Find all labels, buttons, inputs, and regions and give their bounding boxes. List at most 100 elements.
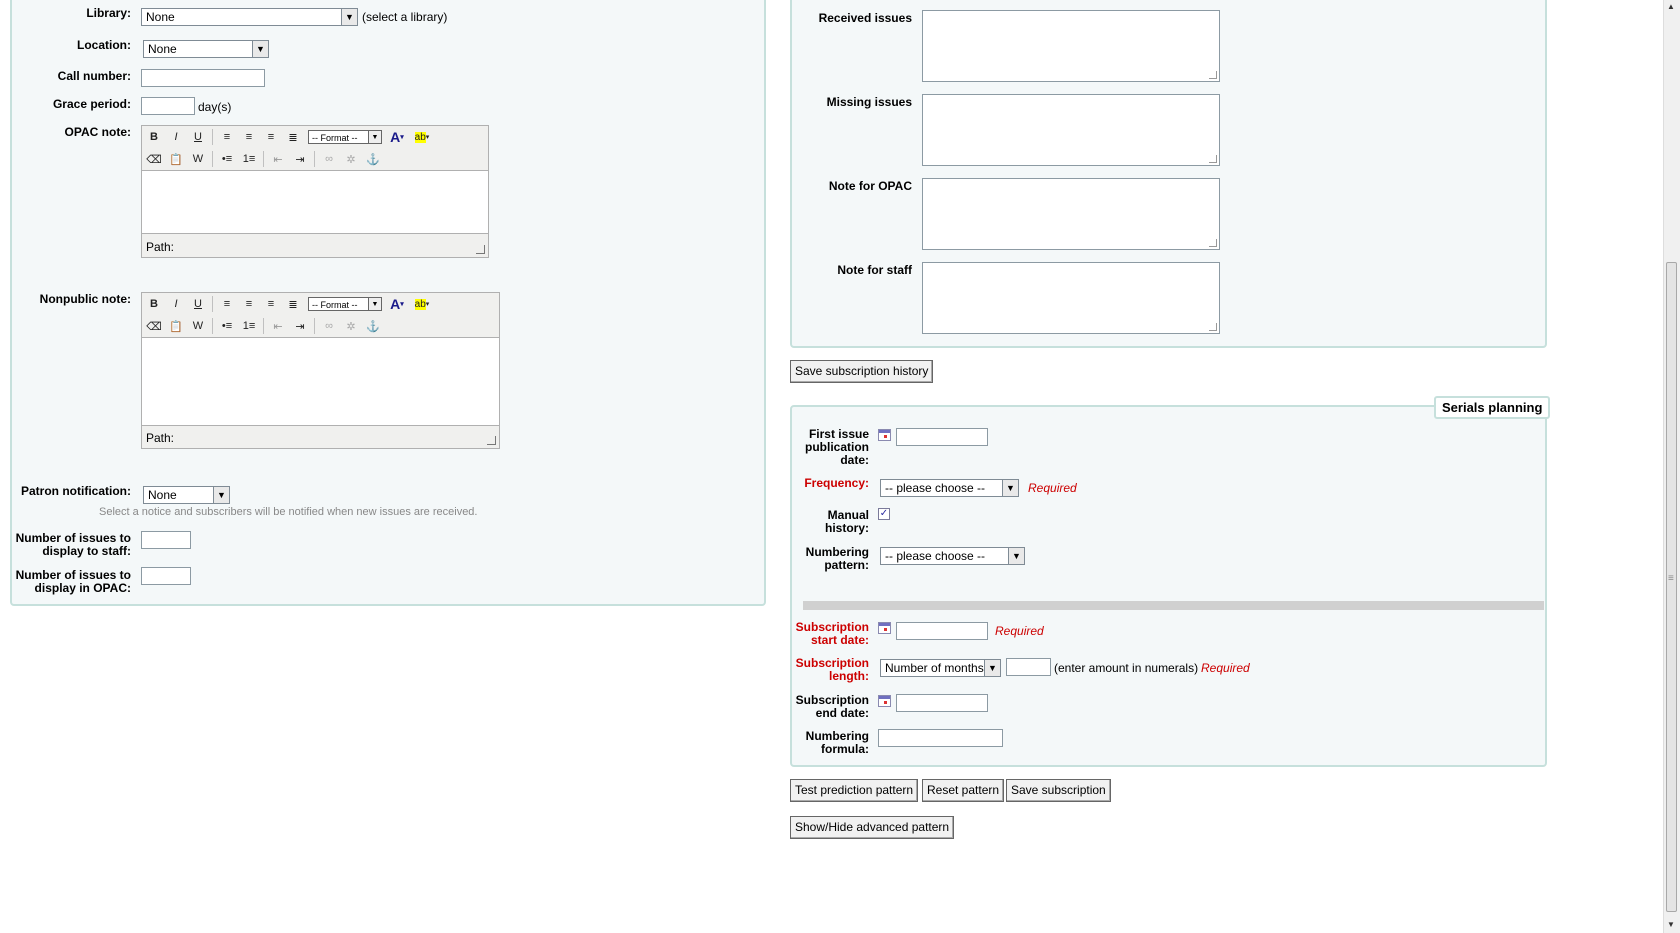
highlight-color-icon[interactable]: ab ▾: [409, 128, 435, 146]
align-center-icon[interactable]: ≡: [239, 295, 259, 313]
manual-history-checkbox[interactable]: ✓: [878, 508, 890, 520]
nonpublic-note-editor[interactable]: B I U ≡ ≡ ≡ ≣ -- Format -- ▼ A ▾ ab ▾ ⌫ 📋 W…: [141, 292, 500, 449]
align-justify-icon[interactable]: ≣: [283, 295, 303, 313]
editor-path: Path:: [146, 240, 175, 254]
issues-opac-label: Number of issues to display in OPAC:: [15, 568, 131, 595]
reset-pattern-button[interactable]: Reset pattern: [922, 779, 1005, 802]
patron-notification-label: Patron notification:: [21, 484, 131, 498]
chevron-down-icon: ▼: [213, 487, 229, 503]
call-number-input[interactable]: [141, 69, 265, 87]
subscription-start-date-input[interactable]: [896, 622, 988, 640]
subscription-length-hint: (enter amount in numerals): [1054, 661, 1199, 675]
align-justify-icon[interactable]: ≣: [283, 128, 303, 146]
serials-planning-legend: Serials planning: [1434, 396, 1551, 419]
calendar-icon[interactable]: [878, 429, 891, 441]
chevron-down-icon: ▼: [341, 9, 357, 25]
patron-notification-select[interactable]: None ▼: [143, 486, 230, 504]
resize-handle-icon[interactable]: [476, 245, 485, 254]
chevron-down-icon: ▼: [984, 660, 1000, 676]
subscription-length-input[interactable]: [1006, 658, 1051, 676]
text-color-icon[interactable]: A ▾: [387, 295, 407, 313]
chevron-down-icon: ▼: [368, 298, 381, 310]
frequency-required-note: Required: [1028, 481, 1077, 495]
vertical-scrollbar[interactable]: ▲ ▼: [1663, 0, 1680, 933]
eraser-icon[interactable]: ⌫: [144, 150, 164, 168]
issues-staff-input[interactable]: [141, 531, 191, 549]
numbering-pattern-select[interactable]: -- please choose -- ▼: [880, 547, 1025, 565]
note-opac-textarea[interactable]: [922, 178, 1220, 250]
subscription-end-date-input[interactable]: [896, 694, 988, 712]
paste-word-icon[interactable]: W: [188, 150, 208, 168]
call-number-label: Call number:: [57, 69, 131, 83]
italic-icon[interactable]: I: [166, 295, 186, 313]
numbered-list-icon[interactable]: 1≡: [239, 150, 259, 168]
subscription-length-unit-select[interactable]: Number of months ▼: [880, 659, 1001, 677]
save-subscription-button[interactable]: Save subscription: [1006, 779, 1111, 802]
unlink-icon[interactable]: ✲: [341, 317, 361, 335]
align-center-icon[interactable]: ≡: [239, 128, 259, 146]
link-icon[interactable]: ∞: [319, 150, 339, 168]
numbering-formula-input[interactable]: [878, 729, 1003, 747]
underline-icon[interactable]: U: [188, 295, 208, 313]
paste-word-icon[interactable]: W: [188, 317, 208, 335]
chevron-down-icon: ▼: [1008, 548, 1024, 564]
location-select[interactable]: None ▼: [143, 40, 269, 58]
unlink-icon[interactable]: ✲: [341, 150, 361, 168]
anchor-icon[interactable]: ⚓: [363, 150, 383, 168]
align-right-icon[interactable]: ≡: [261, 295, 281, 313]
opac-note-editor[interactable]: B I U ≡ ≡ ≡ ≣ -- Format -- ▼ A ▾ ab ▾ ⌫ 📋 W…: [141, 125, 489, 258]
show-hide-advanced-pattern-button[interactable]: Show/Hide advanced pattern: [790, 816, 955, 839]
library-select[interactable]: None ▼: [141, 8, 358, 26]
note-staff-label: Note for staff: [837, 263, 912, 277]
italic-icon[interactable]: I: [166, 128, 186, 146]
numbered-list-icon[interactable]: 1≡: [239, 317, 259, 335]
save-subscription-history-button[interactable]: Save subscription history: [790, 360, 934, 383]
paste-text-icon[interactable]: 📋: [166, 150, 186, 168]
outdent-icon[interactable]: ⇤: [268, 150, 288, 168]
subscription-end-date-label: Subscription end date:: [795, 693, 869, 720]
editor-toolbar-row-1: B I U ≡ ≡ ≡ ≣ -- Format -- ▼ A ▾ ab ▾: [144, 294, 435, 314]
link-icon[interactable]: ∞: [319, 317, 339, 335]
align-left-icon[interactable]: ≡: [217, 128, 237, 146]
missing-issues-textarea[interactable]: [922, 94, 1220, 166]
issues-staff-label: Number of issues to display to staff:: [15, 531, 131, 558]
divider: [314, 151, 315, 167]
indent-icon[interactable]: ⇥: [290, 317, 310, 335]
calendar-icon[interactable]: [878, 622, 891, 634]
serials-planning-panel: [790, 405, 1547, 767]
align-right-icon[interactable]: ≡: [261, 128, 281, 146]
highlight-color-icon[interactable]: ab ▾: [409, 295, 435, 313]
underline-icon[interactable]: U: [188, 128, 208, 146]
format-select[interactable]: -- Format -- ▼: [308, 130, 382, 144]
text-color-icon[interactable]: A ▾: [387, 128, 407, 146]
format-select[interactable]: -- Format -- ▼: [308, 297, 382, 311]
anchor-icon[interactable]: ⚓: [363, 317, 383, 335]
editor-toolbar-row-2: ⌫ 📋 W •≡ 1≡ ⇤ ⇥ ∞ ✲ ⚓: [144, 316, 383, 336]
opac-note-text-area[interactable]: [142, 170, 488, 234]
bullet-list-icon[interactable]: •≡: [217, 317, 237, 335]
indent-icon[interactable]: ⇥: [290, 150, 310, 168]
paste-text-icon[interactable]: 📋: [166, 317, 186, 335]
bold-icon[interactable]: B: [144, 128, 164, 146]
test-prediction-pattern-button[interactable]: Test prediction pattern: [790, 779, 919, 802]
bullet-list-icon[interactable]: •≡: [217, 150, 237, 168]
issues-opac-input[interactable]: [141, 567, 191, 585]
frequency-select[interactable]: -- please choose -- ▼: [880, 479, 1019, 497]
scroll-down-icon[interactable]: ▼: [1667, 920, 1675, 929]
scroll-up-icon[interactable]: ▲: [1667, 2, 1675, 11]
align-left-icon[interactable]: ≡: [217, 295, 237, 313]
note-opac-label: Note for OPAC: [828, 179, 912, 193]
outdent-icon[interactable]: ⇤: [268, 317, 288, 335]
calendar-icon[interactable]: [878, 695, 891, 707]
nonpublic-note-text-area[interactable]: [142, 337, 499, 426]
note-staff-textarea[interactable]: [922, 262, 1220, 334]
eraser-icon[interactable]: ⌫: [144, 317, 164, 335]
received-issues-textarea[interactable]: [922, 10, 1220, 82]
first-issue-date-input[interactable]: [896, 428, 988, 446]
grace-period-input[interactable]: [141, 97, 195, 115]
divider: [212, 318, 213, 334]
scrollbar-thumb[interactable]: [1666, 262, 1677, 912]
resize-handle-icon[interactable]: [487, 436, 496, 445]
bold-icon[interactable]: B: [144, 295, 164, 313]
subscription-start-date-label: Subscription start date:: [795, 620, 869, 647]
